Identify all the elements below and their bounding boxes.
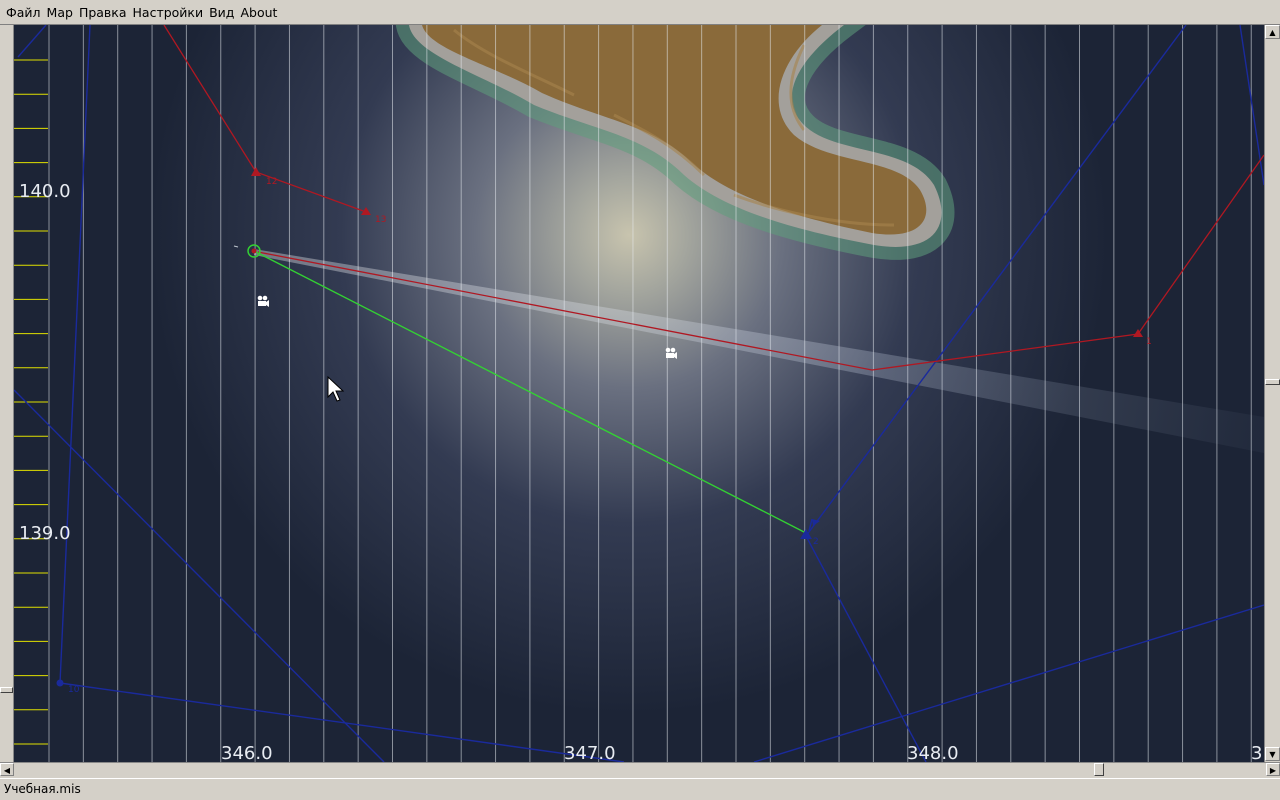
red-waypoint-label: 13	[375, 215, 386, 225]
x-axis-label: 3	[1251, 743, 1262, 762]
camera-icon-body	[258, 301, 266, 306]
scroll-right-arrow-icon[interactable]: ▶	[1266, 763, 1280, 776]
menu-about[interactable]: About	[237, 1, 280, 24]
camera-icon-reel	[262, 295, 268, 301]
horizontal-scrollbar-thumb[interactable]	[1094, 763, 1104, 776]
menu-map[interactable]: Мар	[44, 1, 76, 24]
scroll-left-arrow-icon[interactable]: ◀	[0, 763, 14, 776]
menu-edit[interactable]: Правка	[76, 1, 130, 24]
horizontal-scrollbar[interactable]: ◀ ▶	[0, 762, 1280, 776]
blue-waypoint-label: 10	[68, 685, 80, 695]
camera-icon-body	[666, 353, 674, 358]
selected-waypoint-dot	[251, 248, 257, 254]
red-waypoint-label: 12	[266, 177, 277, 187]
left-slider-thumb[interactable]	[0, 687, 13, 693]
vertical-scrollbar[interactable]: ▲ ▼	[1264, 25, 1280, 762]
x-axis-label: 347.0	[564, 743, 616, 762]
status-bar: Учебная.mis	[0, 778, 1280, 800]
menu-bar: Файл Мар Правка Настройки Вид About	[0, 0, 1280, 25]
camera-icon-reel	[670, 347, 676, 353]
y-axis-label: 140.0	[19, 181, 71, 202]
status-filename: Учебная.mis	[4, 782, 81, 796]
scale-ticks	[14, 59, 48, 745]
left-scale-strip	[0, 25, 14, 762]
camera-icon-reel	[257, 295, 263, 301]
scroll-down-arrow-icon[interactable]: ▼	[1265, 747, 1280, 761]
x-axis-label: 346.0	[221, 743, 273, 762]
menu-view[interactable]: Вид	[206, 1, 237, 24]
map-view[interactable]: 12 13 1 2 10 140.0 139.0 346.0 347.0 348…	[14, 25, 1264, 762]
menu-file[interactable]: Файл	[3, 1, 44, 24]
y-axis-label: 139.0	[19, 523, 71, 544]
camera-icon-reel	[665, 347, 671, 353]
scroll-up-arrow-icon[interactable]: ▲	[1265, 25, 1280, 39]
menu-settings[interactable]: Настройки	[130, 1, 207, 24]
x-axis-label: 348.0	[907, 743, 959, 762]
red-waypoint-label: 1	[1146, 337, 1152, 347]
blue-waypoint-marker	[56, 679, 64, 687]
vertical-scrollbar-thumb[interactable]	[1265, 379, 1280, 385]
map-canvas[interactable]: 12 13 1 2 10 140.0 139.0 346.0 347.0 348…	[14, 25, 1264, 762]
blue-waypoint-label: 2	[813, 537, 819, 547]
